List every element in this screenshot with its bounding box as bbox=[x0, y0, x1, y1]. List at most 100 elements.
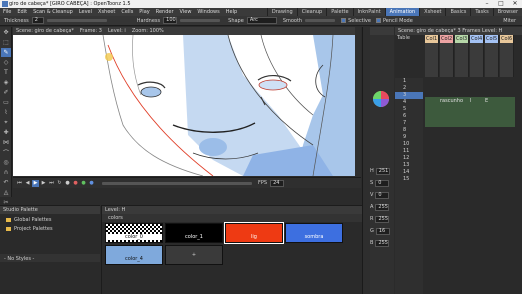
room-palette[interactable]: Palette bbox=[326, 8, 352, 16]
frame-number[interactable]: 14 bbox=[395, 169, 423, 176]
xsheet-column-3[interactable]: Col3 bbox=[455, 35, 469, 77]
menu-file[interactable]: File bbox=[0, 8, 14, 16]
smooth-slider[interactable] bbox=[305, 19, 336, 22]
room-cleanup[interactable]: Cleanup bbox=[296, 8, 327, 16]
tree-item-global[interactable]: Global Palettes bbox=[0, 214, 100, 223]
red-channel-icon[interactable]: ● bbox=[72, 180, 79, 187]
hardness-field[interactable]: 100 bbox=[163, 17, 178, 24]
paint-brush-tool-icon[interactable]: ✐ bbox=[1, 88, 11, 97]
frame-number[interactable]: 13 bbox=[395, 162, 423, 169]
rgb-picker-tool-icon[interactable]: ✚ bbox=[1, 128, 11, 137]
prev-frame-icon[interactable]: ◀ bbox=[24, 180, 31, 187]
room-xsheet[interactable]: Xsheet bbox=[419, 8, 445, 16]
minimize-button[interactable]: – bbox=[480, 0, 494, 8]
frame-number[interactable]: 3 bbox=[395, 92, 423, 99]
room-drawing[interactable]: Drawing bbox=[266, 8, 297, 16]
magnet-tool-icon[interactable]: ∩ bbox=[1, 168, 11, 177]
type-tool-icon[interactable]: T bbox=[1, 68, 11, 77]
cell-level-name[interactable]: rascunho bbox=[440, 98, 463, 104]
loop-icon[interactable]: ↻ bbox=[56, 180, 63, 187]
frame-number[interactable]: 15 bbox=[395, 176, 423, 183]
last-frame-icon[interactable]: ⏭ bbox=[48, 180, 55, 187]
room-basics[interactable]: Basics bbox=[445, 8, 470, 16]
style-chip-color-0[interactable]: color_0 bbox=[105, 223, 163, 243]
thickness-slider[interactable] bbox=[46, 19, 107, 22]
viewer-scrollbar[interactable] bbox=[355, 27, 361, 177]
xsheet-column-5[interactable]: Col5 bbox=[485, 35, 499, 77]
room-animation[interactable]: Animation bbox=[384, 8, 420, 16]
maximize-button[interactable]: □ bbox=[494, 0, 508, 8]
frame-number[interactable]: 11 bbox=[395, 148, 423, 155]
hardness-slider[interactable] bbox=[180, 19, 221, 22]
green-channel-icon[interactable]: ● bbox=[80, 180, 87, 187]
next-frame-icon[interactable]: ▶ bbox=[40, 180, 47, 187]
shape-select[interactable]: Arc bbox=[246, 17, 277, 24]
color-wheel-icon[interactable] bbox=[372, 90, 390, 108]
control-point-tool-icon[interactable]: ⋈ bbox=[1, 138, 11, 147]
animate-tool-icon[interactable]: ✥ bbox=[1, 28, 11, 37]
play-icon[interactable]: ▶ bbox=[32, 179, 39, 187]
pump-tool-icon[interactable]: ◎ bbox=[1, 158, 11, 167]
bender-tool-icon[interactable]: ↶ bbox=[1, 178, 11, 187]
value-field[interactable]: 16 bbox=[375, 227, 390, 235]
xsheet-column-1[interactable]: Col1 bbox=[425, 35, 439, 77]
rgb-channel-icon[interactable]: ● bbox=[64, 180, 71, 187]
frame-number[interactable]: 8 bbox=[395, 127, 423, 134]
style-chip-color-1[interactable]: color_1 bbox=[165, 223, 223, 243]
style-chip-color-4[interactable]: color_4 bbox=[105, 245, 163, 265]
menu-play[interactable]: Play bbox=[136, 8, 152, 16]
value-field[interactable]: 0 bbox=[375, 191, 390, 199]
eraser-tool-icon[interactable]: ▭ bbox=[1, 98, 11, 107]
frame-number[interactable]: 1 bbox=[395, 78, 423, 85]
geometric-tool-icon[interactable]: ◇ bbox=[1, 58, 11, 67]
room-tasks[interactable]: Tasks bbox=[470, 8, 492, 16]
blue-channel-icon[interactable]: ● bbox=[88, 180, 95, 187]
value-field[interactable]: 255 bbox=[375, 203, 390, 211]
fps-field[interactable]: 24 bbox=[270, 179, 285, 187]
close-button[interactable]: ✕ bbox=[508, 0, 522, 8]
iron-tool-icon[interactable]: ◬ bbox=[1, 188, 11, 197]
frame-number[interactable]: 9 bbox=[395, 134, 423, 141]
cell-level-i[interactable]: I bbox=[470, 98, 471, 104]
selective-checkbox[interactable] bbox=[341, 18, 347, 23]
xsheet-column-4[interactable]: Col4 bbox=[470, 35, 484, 77]
xsheet-column-6[interactable]: Col6 bbox=[500, 35, 514, 77]
drawing-canvas[interactable] bbox=[13, 35, 355, 176]
style-chip-sombra[interactable]: sombra bbox=[285, 223, 343, 243]
menu-level[interactable]: Level bbox=[76, 8, 95, 16]
menu-view[interactable]: View bbox=[177, 8, 195, 16]
frame-number[interactable]: 10 bbox=[395, 141, 423, 148]
add-style-button[interactable]: + bbox=[165, 245, 223, 265]
frame-number[interactable]: 7 bbox=[395, 120, 423, 127]
tape-tool-icon[interactable]: ⌇ bbox=[1, 108, 11, 117]
style-chip-lig[interactable]: lig bbox=[224, 222, 284, 244]
cell-level-e[interactable]: E bbox=[485, 98, 488, 104]
fill-tool-icon[interactable]: ◈ bbox=[1, 78, 11, 87]
menu-help[interactable]: Help bbox=[223, 8, 240, 16]
value-field[interactable]: 251 bbox=[375, 167, 390, 175]
menu-cells[interactable]: Cells bbox=[118, 8, 136, 16]
value-field[interactable]: 255 bbox=[375, 239, 390, 247]
menu-edit[interactable]: Edit bbox=[14, 8, 30, 16]
menu-xsheet[interactable]: Xsheet bbox=[95, 8, 118, 16]
viewer-canvas[interactable] bbox=[13, 35, 355, 176]
menu-windows[interactable]: Windows bbox=[194, 8, 222, 16]
first-frame-icon[interactable]: ⏮ bbox=[16, 180, 23, 187]
frame-number[interactable]: 5 bbox=[395, 106, 423, 113]
frame-number[interactable]: 4 bbox=[395, 99, 423, 106]
tree-item-project[interactable]: Project Palettes bbox=[0, 223, 100, 232]
room-inknpaint[interactable]: InknPaint bbox=[352, 8, 385, 16]
frame-number[interactable]: 12 bbox=[395, 155, 423, 162]
style-picker-tool-icon[interactable]: ⌖ bbox=[1, 118, 11, 127]
menu-scan-cleanup[interactable]: Scan & Cleanup bbox=[30, 8, 76, 16]
menu-render[interactable]: Render bbox=[153, 8, 177, 16]
pinch-tool-icon[interactable]: ⌒ bbox=[1, 148, 11, 157]
value-field[interactable]: 0 bbox=[375, 179, 390, 187]
brush-tool-icon[interactable]: ✎ bbox=[1, 48, 11, 57]
frame-number[interactable]: 2 bbox=[395, 85, 423, 92]
room-browser[interactable]: Browser bbox=[492, 8, 522, 16]
thickness-field[interactable]: 2 bbox=[31, 17, 44, 24]
xsheet-column-2[interactable]: Col2 bbox=[440, 35, 454, 77]
pencil-mode-checkbox[interactable] bbox=[375, 18, 381, 23]
frame-slider[interactable] bbox=[102, 181, 252, 185]
